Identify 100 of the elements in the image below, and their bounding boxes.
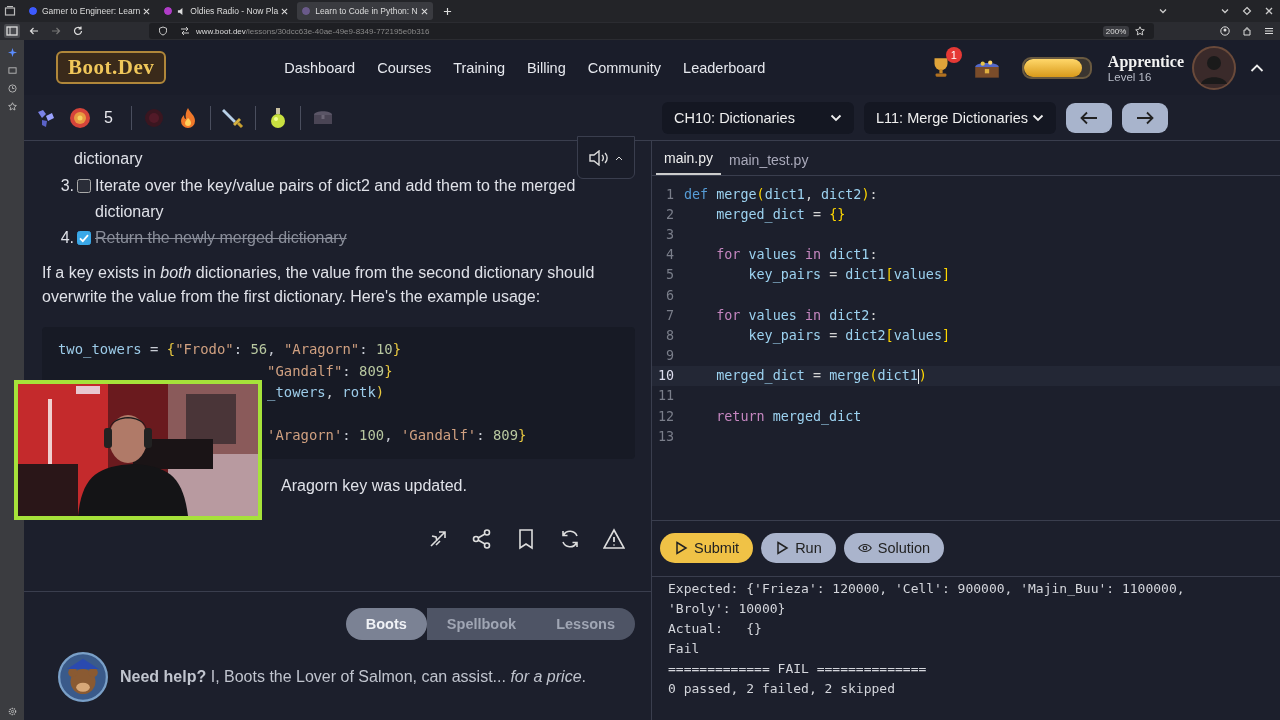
- help-text: Need help? I, Boots the Lover of Salmon, can assist... for a price.: [120, 668, 586, 686]
- back-icon[interactable]: [29, 26, 39, 36]
- play-icon: [674, 541, 688, 555]
- code-line: for values in dict2:: [715, 307, 878, 323]
- share-icon[interactable]: [471, 528, 493, 550]
- browser-tab[interactable]: Oldies Radio - Now Pla: [159, 2, 294, 20]
- nav-link[interactable]: Training: [453, 59, 506, 76]
- sidebar-toggle-icon[interactable]: [4, 24, 20, 38]
- refresh-icon[interactable]: [559, 528, 581, 550]
- gem-count: 5: [104, 108, 113, 127]
- output-line: Expected: {'Frieza': 120000, 'Cell': 900000, 'Majin_Buu': 1100000,: [668, 580, 1186, 598]
- solution-button[interactable]: Solution: [843, 533, 945, 563]
- chevron-down-icon[interactable]: [1158, 6, 1168, 16]
- level-label: Level 16: [1107, 70, 1152, 83]
- submit-button[interactable]: Submit: [660, 533, 754, 563]
- line-number: 2: [664, 206, 674, 222]
- output-line: Fail: [668, 640, 701, 658]
- forward-icon[interactable]: [51, 26, 61, 36]
- close-icon[interactable]: [143, 7, 151, 15]
- rank-title: Apprentice: [1107, 52, 1184, 71]
- output-line: ============= FAIL ==============: [668, 660, 928, 678]
- sparkle-icon[interactable]: [7, 48, 17, 57]
- list-number: 3.: [59, 176, 74, 196]
- nav-link[interactable]: Community: [587, 59, 662, 76]
- nav-link[interactable]: Billing: [527, 59, 566, 76]
- history-icon[interactable]: [7, 84, 17, 93]
- audio-button[interactable]: [577, 136, 635, 179]
- nav-link[interactable]: Courses: [377, 59, 432, 76]
- list-number: 4.: [59, 228, 74, 248]
- chevron-up-icon[interactable]: [1250, 62, 1264, 73]
- new-tab-icon[interactable]: [442, 6, 452, 16]
- file-tab[interactable]: main.py: [656, 144, 722, 175]
- play-icon: [775, 541, 790, 555]
- nav-link[interactable]: Dashboard: [284, 59, 356, 76]
- code-line: merged_dict = merge(dict1): [715, 368, 927, 384]
- maximize-icon[interactable]: [1242, 6, 1252, 16]
- code-line: 'Aragorn': 100, 'Gandalf': 809}: [267, 427, 527, 443]
- arrow-left-icon: [1080, 110, 1098, 125]
- line-number: 9: [664, 348, 674, 364]
- output-line: 'Broly': 10000}: [668, 600, 787, 618]
- code-line: key_pairs = dict2[values]: [747, 327, 951, 343]
- close-icon[interactable]: [1264, 6, 1274, 16]
- bear-avatar[interactable]: [58, 652, 108, 702]
- line-number: 10: [656, 368, 674, 384]
- star-icon[interactable]: [1135, 26, 1146, 36]
- code-line: def merge(dict1, dict2):: [684, 186, 878, 202]
- paragraph: Aragorn key was updated.: [281, 476, 467, 494]
- warning-icon[interactable]: [603, 528, 625, 550]
- reload-icon[interactable]: [73, 26, 83, 36]
- line-number: 8: [664, 327, 674, 343]
- browser-tab[interactable]: Learn to Code in Python: N: [297, 2, 433, 20]
- browser-tab[interactable]: Gamer to Engineer: Learn: [24, 2, 156, 20]
- list-item-text: Return the newly merged dictionary: [95, 228, 347, 248]
- code-line: _towers, rotk): [267, 384, 385, 400]
- account-icon[interactable]: [1220, 26, 1230, 36]
- next-button[interactable]: [1122, 102, 1168, 133]
- file-tab[interactable]: main_test.py: [721, 146, 817, 175]
- site-icon: [302, 7, 311, 15]
- permissions-icon[interactable]: [180, 26, 190, 36]
- line-number: 4: [664, 247, 674, 263]
- extensions-icon[interactable]: [1242, 26, 1252, 36]
- site-icon: [29, 7, 37, 15]
- line-number: 3: [664, 226, 674, 242]
- chevron-up-icon: [615, 154, 623, 161]
- line-number: 6: [664, 287, 674, 303]
- eye-icon: [857, 541, 872, 555]
- close-icon[interactable]: [420, 7, 428, 15]
- output-line: Actual: {}: [668, 620, 763, 638]
- zoom-level[interactable]: 200%: [1102, 25, 1130, 37]
- xp-bar: [1021, 56, 1092, 79]
- tab-list-icon[interactable]: [4, 5, 16, 17]
- line-number: 11: [656, 388, 674, 404]
- minimize-icon[interactable]: [1220, 6, 1230, 16]
- url-text: www.boot.dev/lessons/30dcc63e-40ae-49e9-8349-772195e0b316: [196, 26, 430, 36]
- previous-button[interactable]: [1066, 102, 1112, 133]
- checkbox[interactable]: [77, 231, 91, 245]
- lesson-dropdown[interactable]: L11: Merge Dictionaries: [864, 101, 1056, 134]
- run-button[interactable]: Run: [761, 533, 836, 563]
- paragraph: If a key exists in both dictionaries, the value from the second dictionary should overwrite the value from the first dictionary. Here's the example usage:: [42, 263, 596, 307]
- list-item-text: dictionary: [74, 150, 143, 167]
- menu-icon[interactable]: [1264, 26, 1274, 36]
- star-icon[interactable]: [7, 102, 17, 111]
- site-icon: [164, 7, 173, 15]
- line-number: 13: [656, 428, 674, 444]
- checkbox[interactable]: [77, 179, 91, 193]
- bookmarks-icon[interactable]: [7, 66, 17, 75]
- speaker-icon: [589, 149, 611, 166]
- notification-badge: 1: [945, 46, 962, 63]
- nav-link[interactable]: Leaderboard: [683, 59, 766, 76]
- code-line: return merged_dict: [715, 408, 862, 424]
- line-number: 12: [656, 408, 674, 424]
- settings-icon[interactable]: [7, 707, 17, 716]
- logo[interactable]: Boot.Dev: [56, 51, 167, 84]
- chapter-dropdown[interactable]: CH10: Dictionaries: [662, 101, 854, 134]
- code-line: two_towers = {"Frodo": 56, "Aragorn": 10}: [58, 341, 402, 357]
- chevron-down-icon: [830, 113, 842, 122]
- address-bar[interactable]: www.boot.dev/lessons/30dcc63e-40ae-49e9-8349-772195e0b316 200%: [149, 23, 1155, 39]
- line-number: 5: [664, 267, 674, 283]
- close-icon[interactable]: [281, 7, 289, 15]
- arrow-right-icon: [1136, 110, 1154, 125]
